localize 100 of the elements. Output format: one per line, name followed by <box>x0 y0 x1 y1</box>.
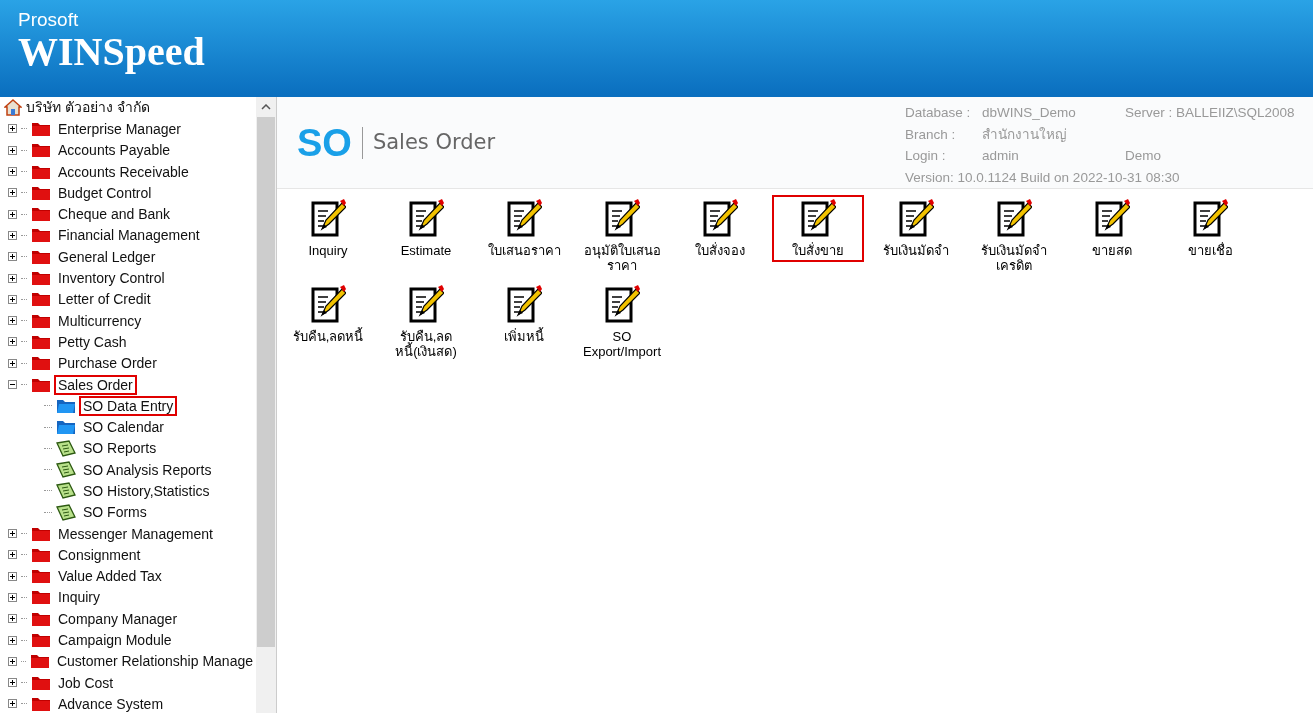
tree-item[interactable]: Messenger Management <box>55 524 216 543</box>
expander-icon[interactable] <box>8 550 17 560</box>
program-item[interactable]: รับคืน,ลดหนี้ <box>284 283 372 346</box>
folder-icon <box>31 163 51 180</box>
tree-item[interactable]: Enterprise Manager <box>55 119 184 138</box>
tree-item[interactable]: Letter of Credit <box>55 290 154 309</box>
program-item[interactable]: Inquiry <box>284 197 372 260</box>
folder-icon <box>31 376 51 393</box>
expander-icon[interactable] <box>8 656 17 666</box>
expander-icon[interactable] <box>8 380 17 389</box>
program-item[interactable]: ใบสั่งจอง <box>676 197 764 260</box>
pencil-document-icon <box>996 199 1032 237</box>
tree-item[interactable]: Customer Relationship Manage <box>53 652 256 671</box>
expander-icon[interactable] <box>8 316 17 326</box>
tree-item[interactable]: Budget Control <box>55 183 155 202</box>
info-label: Login : <box>905 147 947 165</box>
pencil-document-icon <box>310 285 346 323</box>
expander-icon[interactable] <box>8 188 17 198</box>
program-item[interactable]: รับเงินมัดจำเครดิต <box>970 197 1058 275</box>
expander-icon[interactable] <box>8 529 17 539</box>
pencil-document-icon <box>604 199 640 237</box>
program-item[interactable]: ขายเชื่อ <box>1166 197 1254 260</box>
tree-item[interactable]: Financial Management <box>55 226 203 245</box>
expander-icon[interactable] <box>8 273 17 283</box>
home-icon <box>4 99 22 117</box>
expander-icon[interactable] <box>8 358 17 368</box>
tree-item[interactable]: SO Calendar <box>80 418 167 437</box>
tree-item[interactable]: Accounts Receivable <box>55 162 192 181</box>
tree-item[interactable]: General Ledger <box>55 247 159 266</box>
tree-item[interactable]: Value Added Tax <box>55 567 165 586</box>
folder-icon <box>31 333 51 350</box>
expander-icon[interactable] <box>8 124 17 134</box>
tree-item[interactable]: Cheque and Bank <box>55 205 174 224</box>
expander-icon[interactable] <box>8 294 17 304</box>
scroll-thumb[interactable] <box>257 117 275 647</box>
program-item[interactable]: รับเงินมัดจำ <box>872 197 960 260</box>
program-label: รับคืน,ลดหนี้(เงินสด) <box>394 329 458 359</box>
folder-icon <box>56 397 76 414</box>
folder-icon <box>31 206 51 223</box>
scrollbar[interactable] <box>256 97 276 713</box>
program-label: ขายเชื่อ <box>1186 243 1234 258</box>
tree-item[interactable]: SO Analysis Reports <box>80 460 215 479</box>
expander-icon[interactable] <box>8 592 17 602</box>
tree-item[interactable]: Purchase Order <box>55 354 160 373</box>
tree-item[interactable]: Advance System <box>55 694 167 713</box>
report-icon <box>56 503 76 521</box>
pencil-document-icon <box>506 199 542 237</box>
expander-icon[interactable] <box>8 699 17 709</box>
expander-icon[interactable] <box>8 145 17 155</box>
tree-item[interactable]: SO Forms <box>80 503 150 522</box>
tree-item[interactable]: Job Cost <box>55 673 117 692</box>
tree-item[interactable]: Inventory Control <box>55 269 168 287</box>
expander-icon[interactable] <box>8 635 17 645</box>
expander-icon[interactable] <box>8 230 17 240</box>
folder-icon <box>31 695 51 712</box>
program-item[interactable]: เพิ่มหนี้ <box>480 283 568 346</box>
pencil-document-icon <box>702 199 738 237</box>
tree-item[interactable]: Multicurrency <box>55 311 145 330</box>
pencil-document-icon <box>898 199 934 237</box>
program-label: อนุมัติใบเสนอราคา <box>582 243 662 273</box>
expander-icon[interactable] <box>8 337 17 347</box>
tree-item[interactable]: Company Manager <box>55 609 181 628</box>
report-icon <box>56 482 76 500</box>
folder-icon <box>31 525 51 542</box>
expander-icon[interactable] <box>8 167 17 177</box>
program-item[interactable]: ใบสั่งขาย <box>774 197 862 260</box>
program-label: รับเงินมัดจำเครดิต <box>980 243 1048 273</box>
expander-icon[interactable] <box>8 614 17 624</box>
tree-item[interactable]: Sales Order <box>55 375 136 394</box>
program-label: ใบเสนอราคา <box>486 243 562 258</box>
info-label: Database : <box>905 104 972 122</box>
tree-item[interactable]: Consignment <box>55 545 144 564</box>
pencil-document-icon <box>408 199 444 237</box>
tree-item[interactable]: Accounts Payable <box>55 141 174 160</box>
program-item[interactable]: ใบเสนอราคา <box>480 197 568 260</box>
pencil-document-icon <box>506 285 542 323</box>
tree-item[interactable]: Inquiry <box>55 588 104 607</box>
tree-item[interactable]: SO Data Entry <box>80 396 177 415</box>
program-item[interactable]: ขายสด <box>1068 197 1156 260</box>
tree-item[interactable]: SO Reports <box>80 439 160 458</box>
tree-item[interactable]: SO History,Statistics <box>80 482 213 500</box>
info-value: dbWINS_Demo <box>982 104 1077 122</box>
expander-icon[interactable] <box>8 678 17 688</box>
version-text: Version: 10.0.1124 Build on 2022-10-31 08:30 <box>905 169 1180 185</box>
folder-icon <box>56 419 76 436</box>
folder-icon <box>31 184 51 201</box>
expander-icon[interactable] <box>8 571 17 581</box>
tree-item[interactable]: Petty Cash <box>55 332 130 351</box>
program-item[interactable]: Estimate <box>382 197 470 260</box>
folder-icon <box>31 568 51 585</box>
expander-icon[interactable] <box>8 252 17 262</box>
folder-icon <box>29 653 50 670</box>
folder-icon <box>31 674 51 691</box>
pencil-document-icon <box>1094 199 1130 237</box>
tree-root[interactable]: บริษัท ตัวอย่าง จำกัด <box>26 97 150 119</box>
program-item[interactable]: รับคืน,ลดหนี้(เงินสด) <box>382 283 470 361</box>
tree-item[interactable]: Campaign Module <box>55 631 175 650</box>
program-item[interactable]: SO Export/Import <box>578 283 666 361</box>
program-item[interactable]: อนุมัติใบเสนอราคา <box>578 197 666 275</box>
expander-icon[interactable] <box>8 209 17 219</box>
